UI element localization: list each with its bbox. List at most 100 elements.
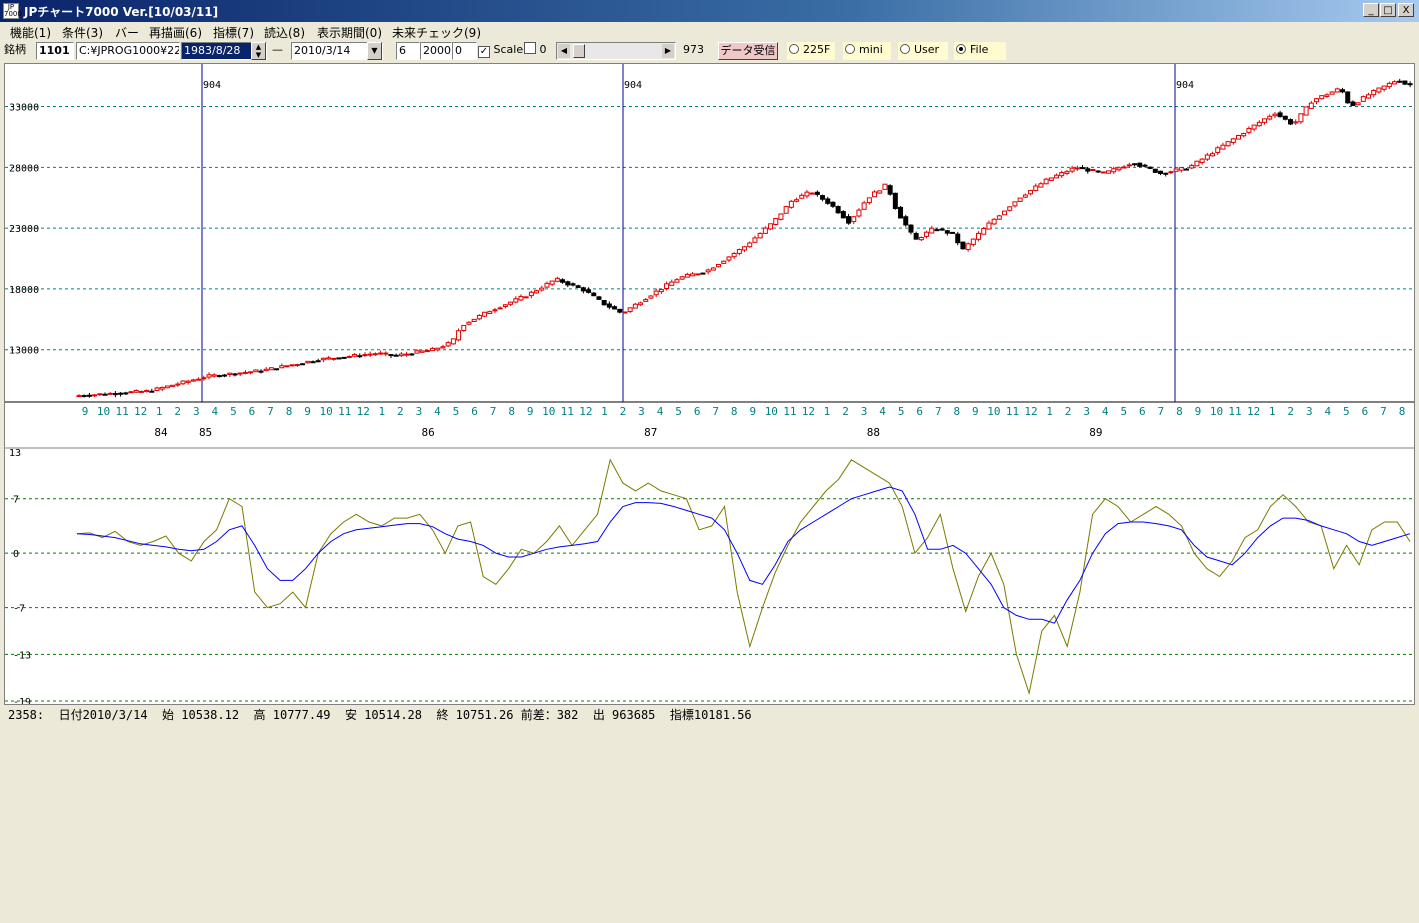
menu-future-check[interactable]: 未来チェック(9) xyxy=(392,24,481,41)
candle-body xyxy=(528,291,534,297)
candle-body xyxy=(242,371,248,374)
radio-225f[interactable]: 225F xyxy=(787,42,835,60)
param3-input[interactable]: 0 xyxy=(452,42,477,60)
path-input[interactable]: C:¥JPROG1000¥22 xyxy=(76,42,180,60)
candle-body xyxy=(674,279,680,283)
candle-body xyxy=(1080,167,1086,170)
candle-body xyxy=(622,311,628,314)
candle-body xyxy=(216,375,222,378)
month-tick-label: 1 xyxy=(824,405,831,418)
menu-redraw[interactable]: 再描画(6) xyxy=(149,24,202,41)
slider-thumb[interactable] xyxy=(573,44,585,58)
candle-body xyxy=(768,223,774,230)
candle-body xyxy=(497,307,503,310)
candle-body xyxy=(326,357,332,360)
radio-user-indicator[interactable] xyxy=(900,44,910,54)
candle-body xyxy=(362,354,368,357)
menu-load[interactable]: 読込(8) xyxy=(264,24,305,41)
month-tick-label: 3 xyxy=(861,405,868,418)
candle-body xyxy=(274,368,280,371)
date-range-dash: — xyxy=(272,43,283,56)
month-tick-label: 12 xyxy=(1024,405,1037,418)
candle-body xyxy=(1121,166,1127,169)
scroll-slider[interactable]: ◀ ▶ xyxy=(556,42,676,60)
candle-body xyxy=(1022,194,1028,198)
candle-body xyxy=(736,248,742,254)
menu-bar-item[interactable]: バー xyxy=(115,24,139,41)
candle-body xyxy=(1340,89,1346,93)
radio-mini-indicator[interactable] xyxy=(845,44,855,54)
menu-display-period[interactable]: 表示期間(0) xyxy=(317,24,382,41)
minimize-button[interactable]: _ xyxy=(1363,3,1379,17)
month-tick-label: 1 xyxy=(156,405,163,418)
scale-option[interactable]: ✓ Scale xyxy=(478,42,523,60)
candle-body xyxy=(1033,185,1039,191)
slider-right-arrow[interactable]: ▶ xyxy=(662,44,674,58)
candle-body xyxy=(315,360,321,363)
radio-file-indicator[interactable] xyxy=(956,44,966,54)
chart-panel[interactable]: 13000 18000 23000 28000 33000 9 10 11 12 1 2 3 4 5 6 7 8… xyxy=(4,63,1415,708)
candle-body xyxy=(128,391,134,394)
candle-body xyxy=(950,231,956,234)
candle-body xyxy=(1241,132,1247,137)
candle-body xyxy=(778,213,784,220)
radio-user[interactable]: User xyxy=(898,42,948,60)
candle-body xyxy=(856,209,862,217)
candle-body xyxy=(939,228,945,231)
candle-body xyxy=(513,298,519,303)
osc-y-tick-label: 0 xyxy=(13,549,19,560)
candle-body xyxy=(149,390,155,393)
month-tick-label: 11 xyxy=(115,405,128,418)
candle-body xyxy=(372,353,378,356)
menu-indicator[interactable]: 指標(7) xyxy=(213,24,254,41)
month-tick-label: 4 xyxy=(212,405,219,418)
candle-body xyxy=(414,350,420,354)
candle-body xyxy=(1194,160,1200,167)
radio-225f-indicator[interactable] xyxy=(789,44,799,54)
candle-body xyxy=(97,393,103,396)
menu-kinou[interactable]: 機能(1) xyxy=(10,24,51,41)
month-tick-label: 4 xyxy=(657,405,664,418)
code-input[interactable]: 1101 xyxy=(36,42,74,60)
candle-body xyxy=(86,394,92,397)
candle-body xyxy=(1028,189,1034,195)
candle-body xyxy=(565,281,571,286)
candle-body xyxy=(170,384,176,387)
zero-option[interactable]: 0 xyxy=(524,42,547,60)
close-button[interactable]: X xyxy=(1398,3,1414,17)
candle-body xyxy=(648,295,654,299)
candle-body xyxy=(861,202,867,210)
candle-body xyxy=(518,295,524,301)
candle-body xyxy=(1350,101,1356,106)
candle-body xyxy=(1345,91,1351,104)
candle-body xyxy=(872,191,878,198)
cycle-line-label: 904 xyxy=(203,80,221,91)
candle-body xyxy=(1100,171,1106,174)
chevron-down-icon[interactable]: ▼ xyxy=(367,42,382,60)
menu-jouken[interactable]: 条件(3) xyxy=(62,24,103,41)
candle-body xyxy=(1158,170,1164,175)
candle-body xyxy=(248,371,254,374)
slider-left-arrow[interactable]: ◀ xyxy=(558,44,570,58)
candle-body xyxy=(1334,88,1340,93)
param1-input[interactable]: 6 xyxy=(396,42,420,60)
zero-checkbox[interactable] xyxy=(524,42,536,54)
data-receive-button[interactable]: データ受信 xyxy=(718,42,778,60)
date-spin-buttons[interactable]: ▲ ▼ xyxy=(251,42,266,60)
candle-body xyxy=(882,183,888,190)
maximize-button[interactable]: □ xyxy=(1380,3,1396,17)
candle-body xyxy=(1095,170,1101,173)
candle-body xyxy=(393,354,399,357)
month-tick-label: 8 xyxy=(508,405,515,418)
radio-mini[interactable]: mini xyxy=(843,42,891,60)
radio-file[interactable]: File xyxy=(954,42,1006,60)
scale-checkbox[interactable]: ✓ xyxy=(478,46,490,58)
candle-body xyxy=(601,300,607,306)
price-y-tick-label: 28000 xyxy=(9,163,39,174)
candle-body xyxy=(1256,121,1262,127)
price-y-tick-label: 23000 xyxy=(9,224,39,235)
candle-body xyxy=(232,373,238,376)
param2-input[interactable]: 2000 xyxy=(420,42,452,60)
chart-canvas[interactable]: 13000180002300028000330009 10 11 12 1 2 3 4 5 6 7 8… xyxy=(5,64,1414,708)
month-tick-label: 7 xyxy=(1158,405,1165,418)
